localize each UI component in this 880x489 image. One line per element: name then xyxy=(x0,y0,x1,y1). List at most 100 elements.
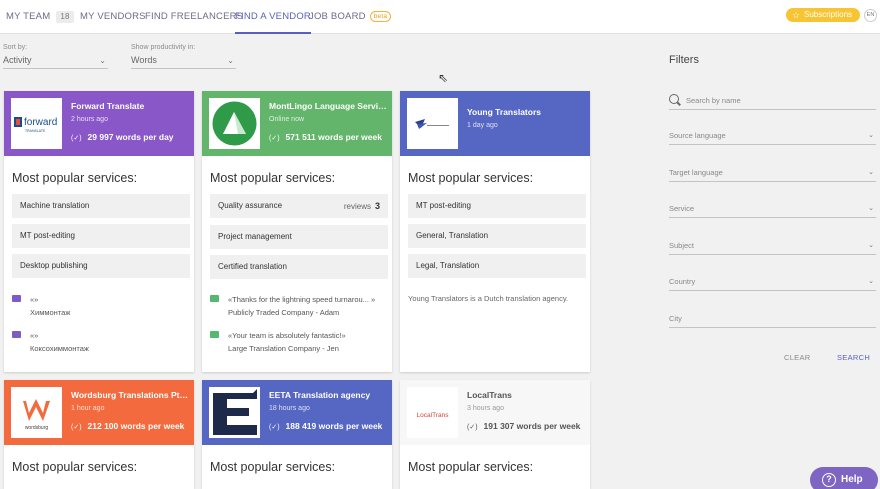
vendor-name[interactable]: MontLingo Language Servic... xyxy=(269,101,387,111)
vendor-logo: wordsburg xyxy=(11,387,62,438)
productivity-value: 188 419 words per week xyxy=(285,421,383,431)
localtrans-logo-icon: LocalTrans xyxy=(417,412,450,419)
service-item: MT post-editing xyxy=(12,224,190,248)
vendor-logo xyxy=(209,98,260,149)
filters-title: Filters xyxy=(669,54,699,66)
forward-logo-icon: forward TRANSLATE xyxy=(14,117,57,133)
popular-services-heading: Most popular services: xyxy=(12,171,138,185)
subscriptions-label: Subscriptions xyxy=(804,10,853,19)
chevron-down-icon: ⌄ xyxy=(868,132,874,139)
svg-text:TRANSLATE: TRANSLATE xyxy=(25,129,46,133)
tab-job-board[interactable]: JOB BOARD beta xyxy=(309,0,392,34)
vendor-card[interactable]: MontLingo Language Servic... Online now … xyxy=(202,91,392,372)
source-language-select[interactable]: Source language ⌄ xyxy=(669,131,876,145)
vendor-last-seen: Online now xyxy=(269,116,305,123)
service-item: Machine translation xyxy=(12,194,190,218)
chevron-down-icon: ⌄ xyxy=(868,278,874,285)
language-switcher[interactable]: EN xyxy=(864,9,877,22)
popular-services-heading: Most popular services: xyxy=(408,171,534,185)
tab-my-team-label: MY TEAM xyxy=(6,11,51,22)
vendor-description: Young Translators is a Dutch translation… xyxy=(408,294,569,303)
clear-button[interactable]: CLEAR xyxy=(784,353,811,362)
search-by-name-field[interactable]: Search by name xyxy=(669,94,876,110)
tab-my-vendors[interactable]: MY VENDORS xyxy=(80,0,146,34)
mouse-cursor-icon: ⇖ xyxy=(438,71,449,85)
tab-my-team[interactable]: MY TEAM 18 xyxy=(6,0,74,34)
target-language-label: Target language xyxy=(669,168,723,177)
comment-icon xyxy=(210,295,219,302)
card-header: Young Translators 1 day ago xyxy=(400,91,590,156)
speed-icon: (✓) xyxy=(269,424,280,431)
service-label: Quality assurance xyxy=(218,201,283,210)
svg-text:wordsburg: wordsburg xyxy=(25,425,49,431)
vendor-last-seen: 1 day ago xyxy=(467,122,498,129)
service-item: Quality assurance reviews 3 xyxy=(210,194,388,218)
source-language-label: Source language xyxy=(669,131,726,140)
search-button[interactable]: SEARCH xyxy=(837,353,870,362)
vendor-name[interactable]: LocalTrans xyxy=(467,390,585,400)
tab-find-vendor[interactable]: FIND A VENDOR xyxy=(235,0,311,34)
popular-services-heading: Most popular services: xyxy=(210,460,336,474)
comment-author: Коксохиммонтаж xyxy=(30,344,89,353)
vendor-card[interactable]: EETA Translation agency 18 hours ago (✓)… xyxy=(202,380,392,489)
svg-text:forward: forward xyxy=(24,117,57,128)
chevron-down-icon: ⌄ xyxy=(868,242,874,249)
vendor-name[interactable]: Forward Translate xyxy=(71,101,189,111)
comment-icon xyxy=(12,331,21,338)
sort-by-label: Sort by: xyxy=(3,44,28,51)
wordsburg-logo-icon: wordsburg xyxy=(23,399,50,431)
vendor-card[interactable]: LocalTrans LocalTrans 3 hours ago (✓) 191… xyxy=(400,380,590,489)
productivity-value: 571 511 words per week xyxy=(285,132,382,142)
popular-services-heading: Most popular services: xyxy=(210,171,336,185)
montlingo-logo-icon xyxy=(212,101,257,146)
comment-text: «Your team is absolutely fantastic!» xyxy=(228,331,346,340)
comment-icon xyxy=(12,295,21,302)
vendor-card[interactable]: Young Translators 1 day ago Most popular… xyxy=(400,91,590,372)
sort-by-value: Activity xyxy=(3,55,32,65)
card-header: wordsburg Wordsburg Translations Pte ...… xyxy=(4,380,194,445)
productivity-control[interactable]: Show productivity in: Words ⌄ xyxy=(131,44,236,69)
speed-icon: (✓) xyxy=(269,135,280,142)
subject-select[interactable]: Subject ⌄ xyxy=(669,241,876,255)
vendor-name[interactable]: Wordsburg Translations Pte ... xyxy=(71,390,189,400)
reviews-label: reviews xyxy=(343,202,371,211)
city-field[interactable]: City xyxy=(669,314,876,328)
reviews-count[interactable]: reviews 3 xyxy=(344,194,380,219)
popular-services-heading: Most popular services: xyxy=(12,460,138,474)
comment-text: «Thanks for the lightning speed turnarou… xyxy=(228,295,376,304)
vendor-name[interactable]: EETA Translation agency xyxy=(269,390,387,400)
young-translators-logo-icon xyxy=(415,119,449,129)
vendor-name[interactable]: Young Translators xyxy=(467,107,585,117)
subscriptions-button[interactable]: ☆ Subscriptions xyxy=(786,8,860,22)
comment-author: Publicly Traded Company - Adam xyxy=(228,308,340,317)
speed-icon: (✓) xyxy=(71,424,82,431)
vendor-card[interactable]: forward TRANSLATE Forward Translate 2 ho… xyxy=(4,91,194,372)
card-header: MontLingo Language Servic... Online now … xyxy=(202,91,392,156)
productivity-value: 29 997 words per day xyxy=(87,132,174,142)
service-select[interactable]: Service ⌄ xyxy=(669,204,876,218)
search-placeholder: Search by name xyxy=(686,96,741,105)
help-button[interactable]: ? Help xyxy=(810,467,878,489)
vendor-card[interactable]: wordsburg Wordsburg Translations Pte ...… xyxy=(4,380,194,489)
card-header: forward TRANSLATE Forward Translate 2 ho… xyxy=(4,91,194,156)
chevron-down-icon: ⌄ xyxy=(868,169,874,176)
vendor-logo xyxy=(407,98,458,149)
country-select[interactable]: Country ⌄ xyxy=(669,277,876,291)
speed-icon: (✓) xyxy=(71,135,82,142)
vendor-productivity: (✓) 191 307 words per week xyxy=(467,421,580,431)
sort-by-select[interactable]: Activity ⌄ xyxy=(3,55,108,69)
tab-job-board-label: JOB BOARD xyxy=(309,11,366,22)
vendor-last-seen: 3 hours ago xyxy=(467,405,504,412)
question-icon: ? xyxy=(822,473,836,487)
star-icon: ☆ xyxy=(792,10,801,20)
productivity-select[interactable]: Words ⌄ xyxy=(131,55,236,69)
chevron-down-icon: ⌄ xyxy=(868,205,874,212)
target-language-select[interactable]: Target language ⌄ xyxy=(669,168,876,182)
productivity-value: 191 307 words per week xyxy=(483,421,581,431)
team-count-badge: 18 xyxy=(56,11,74,23)
comment-text: «» xyxy=(30,295,39,304)
service-item: Desktop publishing xyxy=(12,254,190,278)
sort-by-control[interactable]: Sort by: Activity ⌄ xyxy=(3,44,108,69)
search-icon xyxy=(669,94,679,104)
tab-find-freelancers[interactable]: FIND FREELANCERS xyxy=(145,0,243,34)
